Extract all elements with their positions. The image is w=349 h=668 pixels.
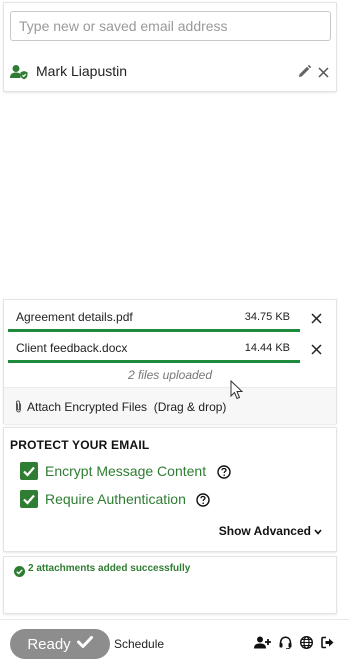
encrypt-message-label: Encrypt Message Content	[45, 463, 207, 479]
require-authentication-label: Require Authentication	[45, 491, 186, 507]
attachments-panel: Agreement details.pdf 34.75 KB Client fe…	[4, 300, 336, 424]
ready-label: Ready	[27, 635, 71, 653]
checkmark-icon	[76, 635, 93, 653]
verified-user-icon	[10, 64, 28, 85]
attach-files-dropzone[interactable]: Attach Encrypted Files (Drag & drop)	[4, 379, 336, 424]
attach-files-label: Attach Encrypted Files (Drag & drop)	[27, 400, 227, 414]
attachment-size: 34.75 KB	[244, 311, 290, 323]
remove-attachment-icon[interactable]	[311, 342, 322, 360]
recipients-panel: Mark Liapustin	[4, 3, 336, 91]
globe-icon[interactable]	[299, 635, 314, 650]
notification-message: 2 attachments added successfully	[28, 563, 191, 574]
upload-progress-fill	[8, 329, 300, 332]
help-icon[interactable]	[217, 465, 231, 484]
recipient-item: Mark Liapustin	[10, 62, 331, 82]
chevron-down-icon	[314, 524, 322, 538]
sign-out-icon[interactable]	[321, 636, 334, 649]
attachment-size: 14.44 KB	[244, 342, 290, 354]
attachment-name: Client feedback.docx	[16, 341, 128, 355]
require-authentication-checkbox[interactable]	[20, 490, 38, 508]
recipient-name: Mark Liapustin	[36, 63, 128, 79]
paperclip-icon	[14, 400, 23, 418]
upload-progress-fill	[8, 360, 300, 363]
email-address-input[interactable]	[10, 11, 331, 41]
ready-button[interactable]: Ready	[10, 629, 110, 659]
protect-email-heading: PROTECT YOUR EMAIL	[10, 438, 150, 452]
support-headset-icon[interactable]	[279, 636, 292, 650]
footer-icon-group	[254, 635, 334, 650]
attachment-name: Agreement details.pdf	[16, 310, 133, 324]
success-check-icon	[14, 564, 25, 582]
show-advanced-label: Show Advanced	[218, 524, 311, 538]
upload-status-text: 2 files uploaded	[127, 368, 213, 382]
schedule-button[interactable]: Schedule	[114, 637, 164, 651]
add-user-icon[interactable]	[254, 636, 271, 649]
attachment-row: Agreement details.pdf 34.75 KB	[8, 302, 322, 332]
notification-panel: 2 attachments added successfully	[4, 557, 336, 613]
upload-progress-bar	[8, 360, 300, 363]
remove-attachment-icon[interactable]	[311, 311, 322, 329]
edit-recipient-icon[interactable]	[298, 64, 312, 83]
footer-bar: Ready Schedule	[0, 619, 349, 668]
remove-recipient-icon[interactable]	[318, 65, 329, 83]
show-advanced-toggle[interactable]: Show Advanced	[219, 524, 322, 538]
upload-progress-bar	[8, 329, 300, 332]
encrypt-message-checkbox[interactable]	[20, 462, 38, 480]
mouse-cursor-icon	[230, 379, 244, 405]
protect-email-panel: PROTECT YOUR EMAIL Encrypt Message Conte…	[4, 428, 336, 551]
help-icon[interactable]	[196, 493, 210, 512]
attachment-row: Client feedback.docx 14.44 KB	[8, 333, 322, 363]
